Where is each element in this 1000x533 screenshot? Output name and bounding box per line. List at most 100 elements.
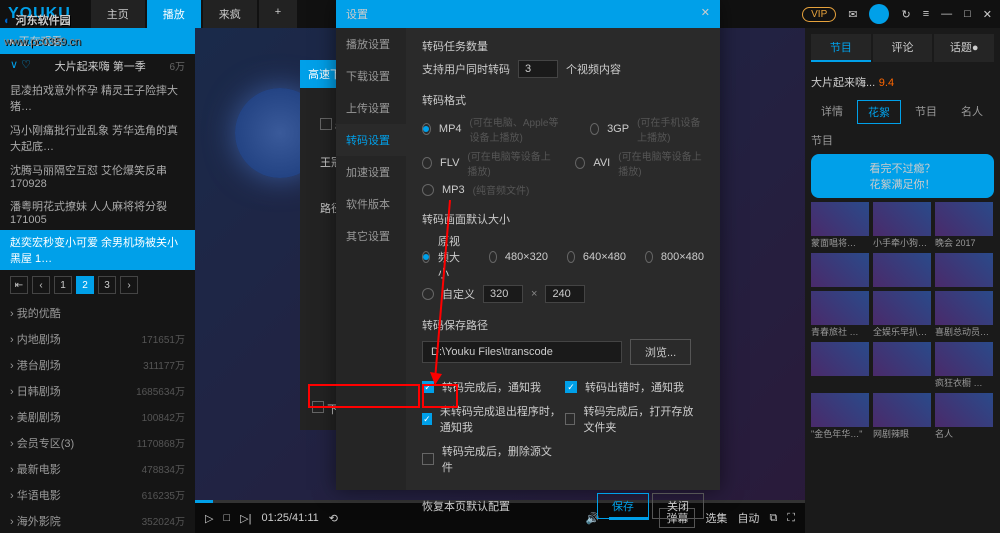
- section-label: 节目: [811, 130, 994, 150]
- refresh-icon[interactable]: ↻: [901, 8, 910, 21]
- subtab-extra[interactable]: 花絮: [857, 100, 901, 124]
- pager-3[interactable]: 3: [98, 276, 116, 294]
- dlg-nav-item[interactable]: 转码设置: [336, 124, 406, 156]
- dlg-nav-item[interactable]: 加速设置: [336, 156, 406, 188]
- maximize-icon[interactable]: □: [964, 8, 971, 20]
- episode-item[interactable]: 沈腾马丽隔空互怼 艾伦爆笑反串 170928: [0, 158, 195, 194]
- dialog-title: 设置: [346, 6, 368, 22]
- video-thumb[interactable]: [811, 342, 869, 389]
- tab-laifeng[interactable]: 来疯: [203, 0, 257, 28]
- sidebar-category[interactable]: › 海外影院352024万: [0, 508, 195, 533]
- vip-badge[interactable]: VIP: [802, 7, 836, 22]
- browse-button[interactable]: 浏览...: [630, 339, 691, 365]
- settings-icon[interactable]: ≡: [923, 8, 929, 20]
- pager-prev[interactable]: ‹: [32, 276, 50, 294]
- settings-dialog: 设置✕ 播放设置下载设置上传设置转码设置加速设置软件版本其它设置 转码任务数量 …: [336, 0, 720, 490]
- mail-icon[interactable]: ✉: [848, 8, 857, 21]
- play-icon[interactable]: ▷: [205, 512, 213, 525]
- video-thumb[interactable]: 网剧辣眼: [873, 393, 931, 440]
- radio-mp3[interactable]: [422, 184, 434, 196]
- avatar[interactable]: [869, 4, 889, 24]
- close-button[interactable]: 关闭: [652, 493, 704, 519]
- video-thumb[interactable]: [811, 253, 869, 287]
- restore-link[interactable]: 恢复本页默认配置: [422, 498, 510, 514]
- radio-mp4[interactable]: [422, 123, 431, 135]
- checkbox[interactable]: [565, 381, 577, 393]
- episode-item[interactable]: 冯小刚痛批行业乱象 芳华选角的真大起底…: [0, 118, 195, 158]
- subtab-program[interactable]: 节目: [905, 100, 947, 124]
- close-icon[interactable]: ✕: [983, 8, 992, 21]
- episode-item-active[interactable]: 赵奕宏秒变小可爱 余男机场被关小黑屋 1…: [0, 230, 195, 270]
- video-thumb[interactable]: "金色年华…": [811, 393, 869, 440]
- stop-icon[interactable]: □: [223, 512, 230, 524]
- dialog-close-icon[interactable]: ✕: [701, 6, 710, 22]
- sidebar-category[interactable]: › 美剧剧场100842万: [0, 404, 195, 430]
- video-thumb[interactable]: [873, 253, 931, 287]
- video-thumb[interactable]: [873, 342, 931, 389]
- checkbox[interactable]: [565, 413, 575, 425]
- save-button[interactable]: 保存: [597, 493, 649, 519]
- sidebar-category[interactable]: › 内地剧场171651万: [0, 326, 195, 352]
- minimize-icon[interactable]: —: [941, 8, 952, 20]
- radio-480[interactable]: [489, 251, 497, 263]
- pager-first[interactable]: ⇤: [10, 276, 28, 294]
- episode-item[interactable]: 潘粤明花式撩妹 人人麻将将分裂 171005: [0, 194, 195, 230]
- dlg-nav-item[interactable]: 软件版本: [336, 188, 406, 220]
- subtab-detail[interactable]: 详情: [811, 100, 853, 124]
- dlg-nav-item[interactable]: 上传设置: [336, 92, 406, 124]
- video-thumb[interactable]: [935, 253, 993, 287]
- video-thumb[interactable]: 喜剧总动员…: [935, 291, 993, 338]
- sidebar-category[interactable]: › 华语电影616235万: [0, 482, 195, 508]
- checkbox[interactable]: [422, 413, 432, 425]
- loop-icon[interactable]: ⟲: [329, 512, 338, 525]
- pager-1[interactable]: 1: [54, 276, 72, 294]
- width-input[interactable]: [483, 285, 523, 303]
- video-thumb[interactable]: 全娱乐早扒…: [873, 291, 931, 338]
- radio-3gp[interactable]: [590, 123, 599, 135]
- format-label: 转码格式: [422, 92, 704, 108]
- pager-2[interactable]: 2: [76, 276, 94, 294]
- sidebar-category[interactable]: › 最新电影478834万: [0, 456, 195, 482]
- rtab-topic[interactable]: 话题●: [934, 34, 994, 62]
- radio-800[interactable]: [645, 251, 653, 263]
- fullscreen-icon[interactable]: ⛶: [787, 512, 795, 525]
- radio-flv[interactable]: [422, 157, 432, 169]
- annotation-arrow: [420, 200, 460, 390]
- path-label: 转码保存路径: [422, 317, 704, 333]
- annotation-box-1: [308, 384, 420, 408]
- task-count-input[interactable]: [518, 60, 558, 78]
- tab-add[interactable]: +: [259, 0, 297, 28]
- video-thumb[interactable]: 晚会 2017: [935, 202, 993, 249]
- dlg-nav-item[interactable]: 下载设置: [336, 60, 406, 92]
- video-thumb[interactable]: 小手牵小狗…: [873, 202, 931, 249]
- select-episode[interactable]: 选集: [705, 510, 727, 526]
- sidebar-category[interactable]: › 会员专区(3)1170868万: [0, 430, 195, 456]
- size-label: 转码画面默认大小: [422, 211, 704, 227]
- pip-icon[interactable]: ⧉: [769, 512, 777, 525]
- radio-640[interactable]: [567, 251, 575, 263]
- rtab-comment[interactable]: 评论: [873, 34, 933, 62]
- sidebar-category[interactable]: › 港台剧场311177万: [0, 352, 195, 378]
- checkbox[interactable]: [422, 453, 434, 465]
- tab-play[interactable]: 播放: [147, 0, 201, 28]
- video-thumb[interactable]: 疯狂衣橱 …: [935, 342, 993, 389]
- video-thumb[interactable]: 蒙面唱将…: [811, 202, 869, 249]
- height-input[interactable]: [545, 285, 585, 303]
- video-thumb[interactable]: 名人: [935, 393, 993, 440]
- next-icon[interactable]: ▷|: [240, 512, 251, 525]
- right-panel: 节目 评论 话题● 大片起来嗨... 9.4 详情 花絮 节目 名人 节目 看完…: [805, 28, 1000, 533]
- series-title[interactable]: ∨ ♡ 大片起来嗨 第一季6万: [0, 54, 195, 78]
- radio-avi[interactable]: [575, 157, 585, 169]
- quality-auto[interactable]: 自动: [737, 510, 759, 526]
- rtab-program[interactable]: 节目: [811, 34, 871, 62]
- video-thumb[interactable]: 青春旅社 …: [811, 291, 869, 338]
- chk-rec[interactable]: [320, 118, 332, 130]
- episode-item[interactable]: 昆凌拍戏意外怀孕 精灵王子险摔大猪…: [0, 78, 195, 118]
- pager-next[interactable]: ›: [120, 276, 138, 294]
- dlg-nav-item[interactable]: 其它设置: [336, 220, 406, 252]
- subtab-celeb[interactable]: 名人: [951, 100, 993, 124]
- tab-home[interactable]: 主页: [91, 0, 145, 28]
- sidebar-category[interactable]: › 日韩剧场1685634万: [0, 378, 195, 404]
- dlg-nav-item[interactable]: 播放设置: [336, 28, 406, 60]
- sidebar-category[interactable]: › 我的优酷: [0, 300, 195, 326]
